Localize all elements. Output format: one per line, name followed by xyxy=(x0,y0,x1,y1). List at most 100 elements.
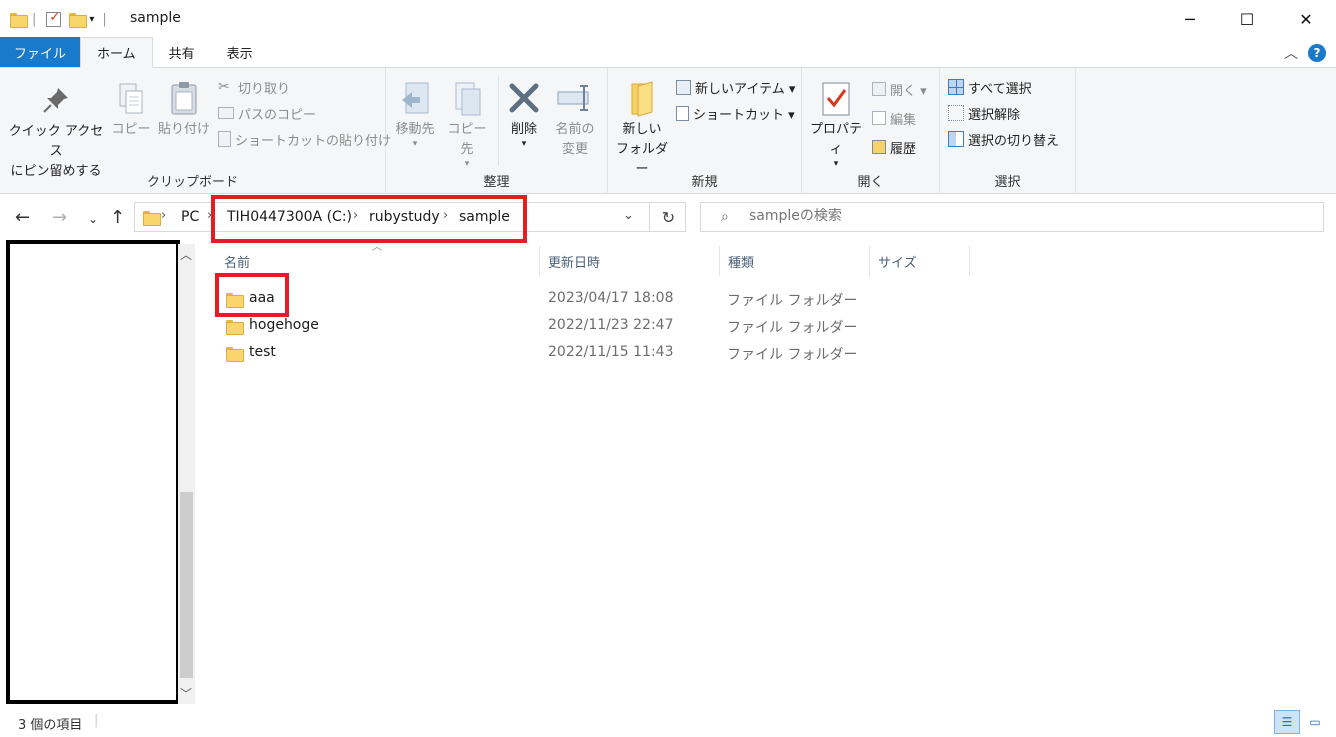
tab-home[interactable]: ホーム xyxy=(80,37,153,68)
select-none-button[interactable]: 選択解除 xyxy=(948,102,1020,124)
customize-toolbar-icon[interactable]: ▾ xyxy=(89,14,94,25)
search-box[interactable]: ⌕ xyxy=(700,202,1324,232)
rename-button[interactable]: 名前の 変更 xyxy=(548,74,602,160)
minimize-button[interactable]: ─ xyxy=(1160,0,1220,38)
paste-shortcut-icon xyxy=(218,131,231,147)
new-folder-icon xyxy=(631,81,653,117)
folder-icon xyxy=(226,320,244,335)
file-row[interactable]: hogehoge 2022/11/23 22:47 ファイル フォルダー xyxy=(216,313,976,340)
close-button[interactable]: ✕ xyxy=(1276,0,1336,38)
quick-access-toolbar: | ✓ ▾ | xyxy=(10,9,107,29)
delete-x-icon xyxy=(509,83,539,113)
column-header-name[interactable]: 名前 xyxy=(216,246,540,276)
pin-quick-access-button[interactable]: クイック アクセス にピン留めする xyxy=(6,74,106,182)
navigation-pane[interactable] xyxy=(6,240,180,704)
search-input[interactable] xyxy=(749,208,1249,224)
group-new: 新しい フォルダー 新しいアイテム ▾ ショートカット ▾ 新規 xyxy=(608,68,802,194)
refresh-icon[interactable]: ↻ xyxy=(649,203,687,231)
tab-file[interactable]: ファイル xyxy=(0,37,81,67)
details-view-icon[interactable]: ☰ xyxy=(1274,710,1300,734)
move-to-button[interactable]: 移動先 ▾ xyxy=(392,74,438,149)
window-title: sample xyxy=(130,10,181,26)
file-name: hogehoge xyxy=(249,317,319,333)
shortcut-button[interactable]: ショートカット ▾ xyxy=(676,102,795,124)
select-none-icon xyxy=(948,105,964,121)
invert-selection-icon xyxy=(948,131,964,147)
properties-check-icon[interactable]: ✓ xyxy=(46,10,62,27)
clipboard-icon xyxy=(171,82,197,115)
scroll-down-chevron-icon[interactable]: ﹀ xyxy=(180,685,192,702)
new-folder-button[interactable]: 新しい フォルダー xyxy=(610,74,674,180)
properties-icon xyxy=(822,82,850,116)
select-all-icon xyxy=(948,79,964,95)
file-date: 2022/11/15 11:43 xyxy=(548,344,674,360)
new-item-icon xyxy=(676,79,691,95)
delete-button[interactable]: 削除 ▾ xyxy=(502,74,546,149)
file-row[interactable]: test 2022/11/15 11:43 ファイル フォルダー xyxy=(216,340,976,367)
maximize-button[interactable]: ☐ xyxy=(1217,0,1277,38)
group-label-new: 新規 xyxy=(691,175,718,190)
scrollbar-thumb[interactable] xyxy=(180,492,193,678)
edit-button[interactable]: 編集 xyxy=(872,107,916,129)
move-to-icon xyxy=(402,82,429,114)
copy-button[interactable]: コピー xyxy=(110,74,152,140)
shortcut-icon xyxy=(676,105,689,121)
folder-icon xyxy=(226,347,244,362)
group-label-open: 開く xyxy=(857,175,884,190)
help-icon[interactable]: ? xyxy=(1308,44,1326,62)
collapse-ribbon-icon[interactable]: ︿ xyxy=(1284,43,1298,63)
back-arrow-icon[interactable]: ← xyxy=(15,207,30,228)
column-header-size[interactable]: サイズ xyxy=(870,246,970,276)
address-highlight-box xyxy=(211,195,527,243)
paste-shortcut-button[interactable]: ショートカットの貼り付け xyxy=(218,128,391,150)
copy-path-button[interactable]: パスのコピー xyxy=(218,102,316,124)
address-folder-icon xyxy=(143,211,161,226)
column-header-type[interactable]: 種類 xyxy=(720,246,870,276)
file-type: ファイル フォルダー xyxy=(727,347,858,363)
cut-button[interactable]: ✂ 切り取り xyxy=(218,76,290,98)
pin-icon xyxy=(43,88,68,113)
forward-arrow-icon[interactable]: → xyxy=(52,207,67,228)
select-all-button[interactable]: すべて選択 xyxy=(948,76,1032,98)
tab-share[interactable]: 共有 xyxy=(153,37,211,67)
breadcrumb-pc[interactable]: PC xyxy=(181,209,199,225)
group-select: すべて選択 選択解除 選択の切り替え 選択 xyxy=(940,68,1076,194)
large-icons-view-icon[interactable]: ▭ xyxy=(1302,710,1328,734)
open-icon xyxy=(872,82,886,96)
history-button[interactable]: 履歴 xyxy=(872,136,916,158)
group-clipboard: クイック アクセス にピン留めする コピー 貼り付け ✂ 切り取り パスのコピー… xyxy=(0,68,391,194)
edit-icon xyxy=(872,111,886,125)
folder-icon xyxy=(10,12,28,28)
copy-icon xyxy=(119,83,143,114)
title-bar: | ✓ ▾ | sample ─ ☐ ✕ xyxy=(0,0,1336,38)
item-count: 3 個の項目 xyxy=(18,718,83,733)
file-date: 2022/11/23 22:47 xyxy=(548,317,674,333)
properties-button[interactable]: プロパティ ▾ xyxy=(806,74,866,169)
group-label-select: 選択 xyxy=(994,175,1021,190)
navigation-pane-scrollbar[interactable]: ︿ ﹀ xyxy=(178,244,195,704)
invert-selection-button[interactable]: 選択の切り替え xyxy=(948,128,1059,150)
column-header-date[interactable]: 更新日時 xyxy=(540,246,720,276)
copy-to-button[interactable]: コピー先 ▾ xyxy=(442,74,492,169)
file-type: ファイル フォルダー xyxy=(727,293,858,309)
group-open: プロパティ ▾ 開く ▾ 編集 履歴 開く xyxy=(802,68,940,194)
up-arrow-icon[interactable]: ↑ xyxy=(110,207,125,228)
address-dropdown-chevron-icon[interactable]: ⌄ xyxy=(623,208,634,223)
recent-locations-chevron-icon[interactable]: ⌄ xyxy=(88,212,98,226)
file-row[interactable]: aaa 2023/04/17 18:08 ファイル フォルダー xyxy=(216,286,976,313)
copy-path-icon xyxy=(218,107,234,119)
rename-icon xyxy=(557,85,589,111)
new-item-button[interactable]: 新しいアイテム ▾ xyxy=(676,76,795,98)
navigation-bar: ← → ⌄ ↑ › PC › TIH0447300A (C:) › rubyst… xyxy=(0,194,1336,242)
open-button[interactable]: 開く ▾ xyxy=(872,78,927,100)
file-name: test xyxy=(249,344,276,360)
new-folder-icon[interactable] xyxy=(69,12,88,28)
history-icon xyxy=(872,140,886,154)
scroll-up-chevron-icon[interactable]: ︿ xyxy=(180,246,192,263)
tab-view[interactable]: 表示 xyxy=(211,37,269,67)
ribbon: クイック アクセス にピン留めする コピー 貼り付け ✂ 切り取り パスのコピー… xyxy=(0,68,1336,194)
scissors-icon: ✂ xyxy=(218,79,230,95)
folder-highlight-box xyxy=(215,273,289,317)
paste-button[interactable]: 貼り付け xyxy=(156,74,212,140)
group-organize: 移動先 ▾ コピー先 ▾ 削除 ▾ 名前の 変更 整理 xyxy=(386,68,608,194)
